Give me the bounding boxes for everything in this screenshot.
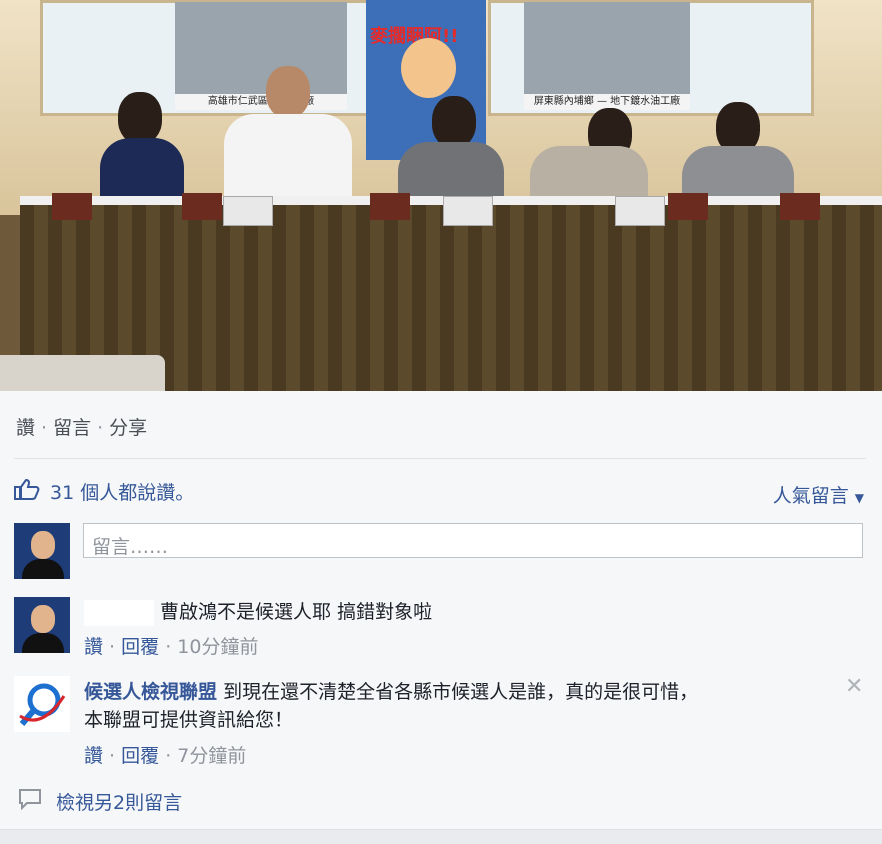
post-photo[interactable]: 高雄市仁武區 — 煉油廠 屏東縣內埔鄉 — 地下鍍水油工廠 麥擱睏阿!! [0, 0, 882, 391]
tissue-box [52, 193, 92, 220]
tissue-box [780, 193, 820, 220]
comment-reply-link[interactable]: 回覆 [121, 745, 159, 767]
cartoon-face [401, 38, 456, 98]
thumbs-up-icon [14, 478, 40, 505]
comment-like-link[interactable]: 讚 [84, 745, 103, 767]
comment-avatar[interactable] [14, 676, 70, 732]
view-more-comments[interactable]: 檢視另2則留言 [18, 788, 182, 815]
comment-2: 候選人檢視聯盟 到現在還不清楚全省各縣市候選人是誰，真的是很可惜， 本聯盟可提供… [84, 678, 824, 734]
comment-text: 曹啟鴻不是候選人耶 搞錯對象啦 [160, 601, 433, 623]
comment-text: 到現在還不清楚全省各縣市候選人是誰，真的是很可惜， [223, 681, 699, 703]
comment-bubble-icon [18, 788, 42, 815]
poster-left: 高雄市仁武區 — 煉油廠 [175, 2, 347, 110]
sort-label: 人氣留言 [772, 485, 849, 507]
comment-time[interactable]: 7分鐘前 [177, 745, 246, 767]
tissue-box [370, 193, 410, 220]
nameplate [615, 196, 665, 226]
avatar[interactable] [14, 523, 70, 579]
tissue-box [668, 193, 708, 220]
poster-left-caption: 高雄市仁武區 — 煉油廠 [175, 94, 347, 110]
comment-1: 曹啟鴻不是候選人耶 搞錯對象啦 [84, 598, 432, 626]
comment-meta: 讚 · 回覆 · 10分鐘前 [84, 636, 259, 658]
separator: · [97, 417, 104, 439]
like-link[interactable]: 讚 [16, 417, 35, 439]
likes-count-text: 31 個人都說讚。 [50, 482, 195, 504]
share-link[interactable]: 分享 [109, 417, 147, 439]
comment-avatar[interactable] [14, 597, 70, 653]
view-more-label: 檢視另2則留言 [56, 792, 183, 814]
close-icon[interactable]: ✕ [845, 674, 863, 699]
divider [14, 458, 866, 459]
poster-right: 屏東縣內埔鄉 — 地下鍍水油工廠 [524, 2, 690, 110]
post-actions: 讚 · 留言 · 分享 [16, 413, 147, 440]
likes-summary[interactable]: 31 個人都說讚。 [14, 478, 194, 505]
magnifier-logo-icon [14, 683, 70, 732]
comment-link[interactable]: 留言 [53, 417, 91, 439]
caret-down-icon: ▼ [854, 491, 864, 505]
photo-floor [0, 355, 165, 391]
sort-dropdown[interactable]: 人氣留言 ▼ [773, 481, 864, 508]
comment-text-line2: 本聯盟可提供資訊給您！ [84, 709, 294, 731]
nameplate [223, 196, 273, 226]
comment-input[interactable]: 留言…… [83, 523, 863, 558]
comment-meta: 讚 · 回覆 · 7分鐘前 [84, 745, 247, 767]
bottom-bar [0, 829, 882, 844]
nameplate [443, 196, 493, 226]
comment-reply-link[interactable]: 回覆 [121, 636, 159, 658]
comment-like-link[interactable]: 讚 [84, 636, 103, 658]
separator: · [41, 417, 48, 439]
tissue-box [182, 193, 222, 220]
comment-author[interactable]: 候選人檢視聯盟 [84, 681, 217, 703]
redacted-author [84, 599, 154, 626]
comment-time[interactable]: 10分鐘前 [177, 636, 258, 658]
